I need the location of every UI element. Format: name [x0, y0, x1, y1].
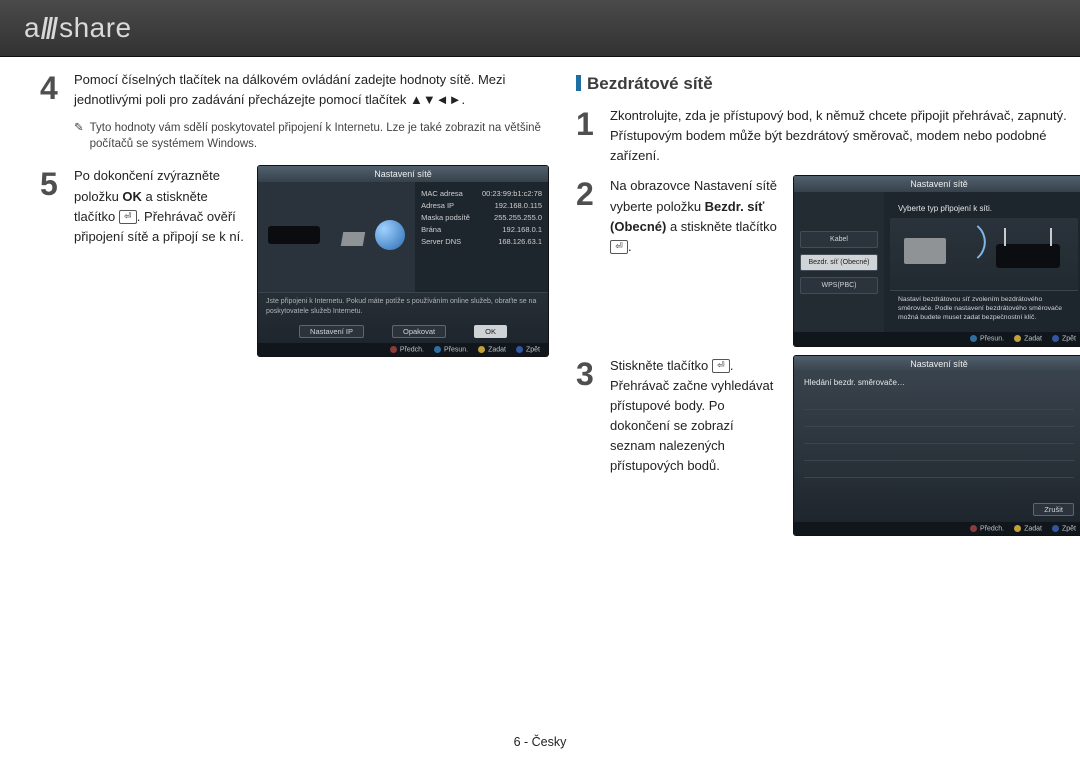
logo-bars-icon: [42, 17, 57, 39]
shot2-diagram: [890, 218, 1078, 290]
option-cable[interactable]: Kabel: [800, 231, 878, 248]
network-settings-screenshot-1: Nastavení sítě MAC adresa00:23:99:b1:c2:…: [258, 166, 548, 356]
step-2: 2 Na obrazovce Nastavení sítě vyberte po…: [576, 176, 1080, 345]
network-settings-screenshot-2: Nastavení sítě Kabel Bezdr. síť (Obecné)…: [794, 176, 1080, 345]
right-column: Bezdrátové sítě 1 Zkontrolujte, zda je p…: [576, 70, 1080, 713]
enter-icon: ⏎: [712, 359, 730, 373]
shot1-diagram: [258, 182, 415, 292]
content-area: 4 Pomocí číselných tlačítek na dálkovém …: [40, 70, 1040, 713]
step-number: 1: [576, 108, 610, 140]
heading-tick-icon: [576, 75, 581, 91]
logo-part-a: a: [24, 12, 40, 44]
shot1-footer: Předch. Přesun. Zadat Zpět: [258, 343, 548, 356]
cancel-button[interactable]: Zrušit: [1033, 503, 1074, 516]
ok-button[interactable]: OK: [474, 325, 507, 338]
left-column: 4 Pomocí číselných tlačítek na dálkovém …: [40, 70, 548, 713]
shot1-message: Jste připojeni k Internetu. Pokud máte p…: [258, 292, 548, 319]
player-device-icon: [268, 226, 320, 244]
arrow-keys-icon: ▲▼◄►: [410, 92, 461, 107]
header-bar: a share: [0, 0, 1080, 57]
shot2-description: Nastaví bezdrátovou síť zvolením bezdrát…: [890, 290, 1078, 327]
note-text: Tyto hodnoty vám sdělí poskytovatel přip…: [90, 120, 548, 152]
shot2-subtitle: Vyberte typ připojení k síti.: [890, 198, 1078, 218]
shot1-title: Nastavení sítě: [258, 166, 548, 182]
shot3-searching-label: Hledání bezdr. směrovače…: [794, 372, 1080, 393]
shot1-values: MAC adresa00:23:99:b1:c2:78 Adresa IP192…: [415, 182, 548, 292]
page-footer: 6 - Česky: [0, 735, 1080, 749]
option-wps-pbc[interactable]: WPS(PBC): [800, 277, 878, 294]
shot3-title: Nastavení sítě: [794, 356, 1080, 372]
network-settings-screenshot-3: Nastavení sítě Hledání bezdr. směrovače……: [794, 356, 1080, 535]
modem-icon: [341, 232, 365, 246]
shot2-footer: Přesun. Zadat Zpět: [794, 332, 1080, 345]
allshare-logo: a share: [24, 12, 132, 44]
shot3-footer: Předch. Zadat Zpět: [794, 522, 1080, 535]
note-icon: ✎: [74, 120, 84, 152]
step-number: 3: [576, 358, 610, 390]
step-number: 2: [576, 178, 610, 210]
step-5: 5 Po dokončení zvýrazněte položku OK a s…: [40, 166, 548, 356]
shot2-title: Nastavení sítě: [794, 176, 1080, 192]
shot1-buttons: Nastavení IP Opakovat OK: [258, 320, 548, 343]
ip-settings-button[interactable]: Nastavení IP: [299, 325, 364, 338]
step-4: 4 Pomocí číselných tlačítek na dálkovém …: [40, 70, 548, 110]
step-1-text: Zkontrolujte, zda je přístupový bod, k n…: [610, 106, 1080, 166]
enter-icon: ⏎: [610, 240, 628, 254]
logo-part-b: share: [59, 12, 132, 44]
step-4-text: Pomocí číselných tlačítek na dálkovém ov…: [74, 70, 548, 110]
shot3-result-list: [794, 393, 1080, 499]
step-3-text: Stiskněte tlačítko ⏎. Přehrávač začne vy…: [610, 356, 780, 477]
step-4-note: ✎ Tyto hodnoty vám sdělí poskytovatel př…: [74, 120, 548, 152]
step-number: 4: [40, 72, 74, 104]
step-5-text: Po dokončení zvýrazněte položku OK a sti…: [74, 166, 244, 247]
step-number: 5: [40, 168, 74, 200]
wifi-waves-icon: [961, 225, 995, 259]
step-5-row: Po dokončení zvýrazněte položku OK a sti…: [74, 166, 548, 356]
router-icon: [996, 244, 1060, 268]
globe-icon: [375, 220, 405, 250]
enter-icon: ⏎: [119, 210, 137, 224]
step-1: 1 Zkontrolujte, zda je přístupový bod, k…: [576, 106, 1080, 166]
step-3: 3 Stiskněte tlačítko ⏎. Přehrávač začne …: [576, 356, 1080, 535]
option-wireless-general[interactable]: Bezdr. síť (Obecné): [800, 254, 878, 271]
laptop-icon: [904, 238, 946, 264]
shot2-options: Kabel Bezdr. síť (Obecné) WPS(PBC): [794, 192, 884, 332]
step-2-text: Na obrazovce Nastavení sítě vyberte polo…: [610, 176, 780, 257]
wireless-heading: Bezdrátové sítě: [576, 74, 1080, 94]
retry-button[interactable]: Opakovat: [392, 325, 446, 338]
